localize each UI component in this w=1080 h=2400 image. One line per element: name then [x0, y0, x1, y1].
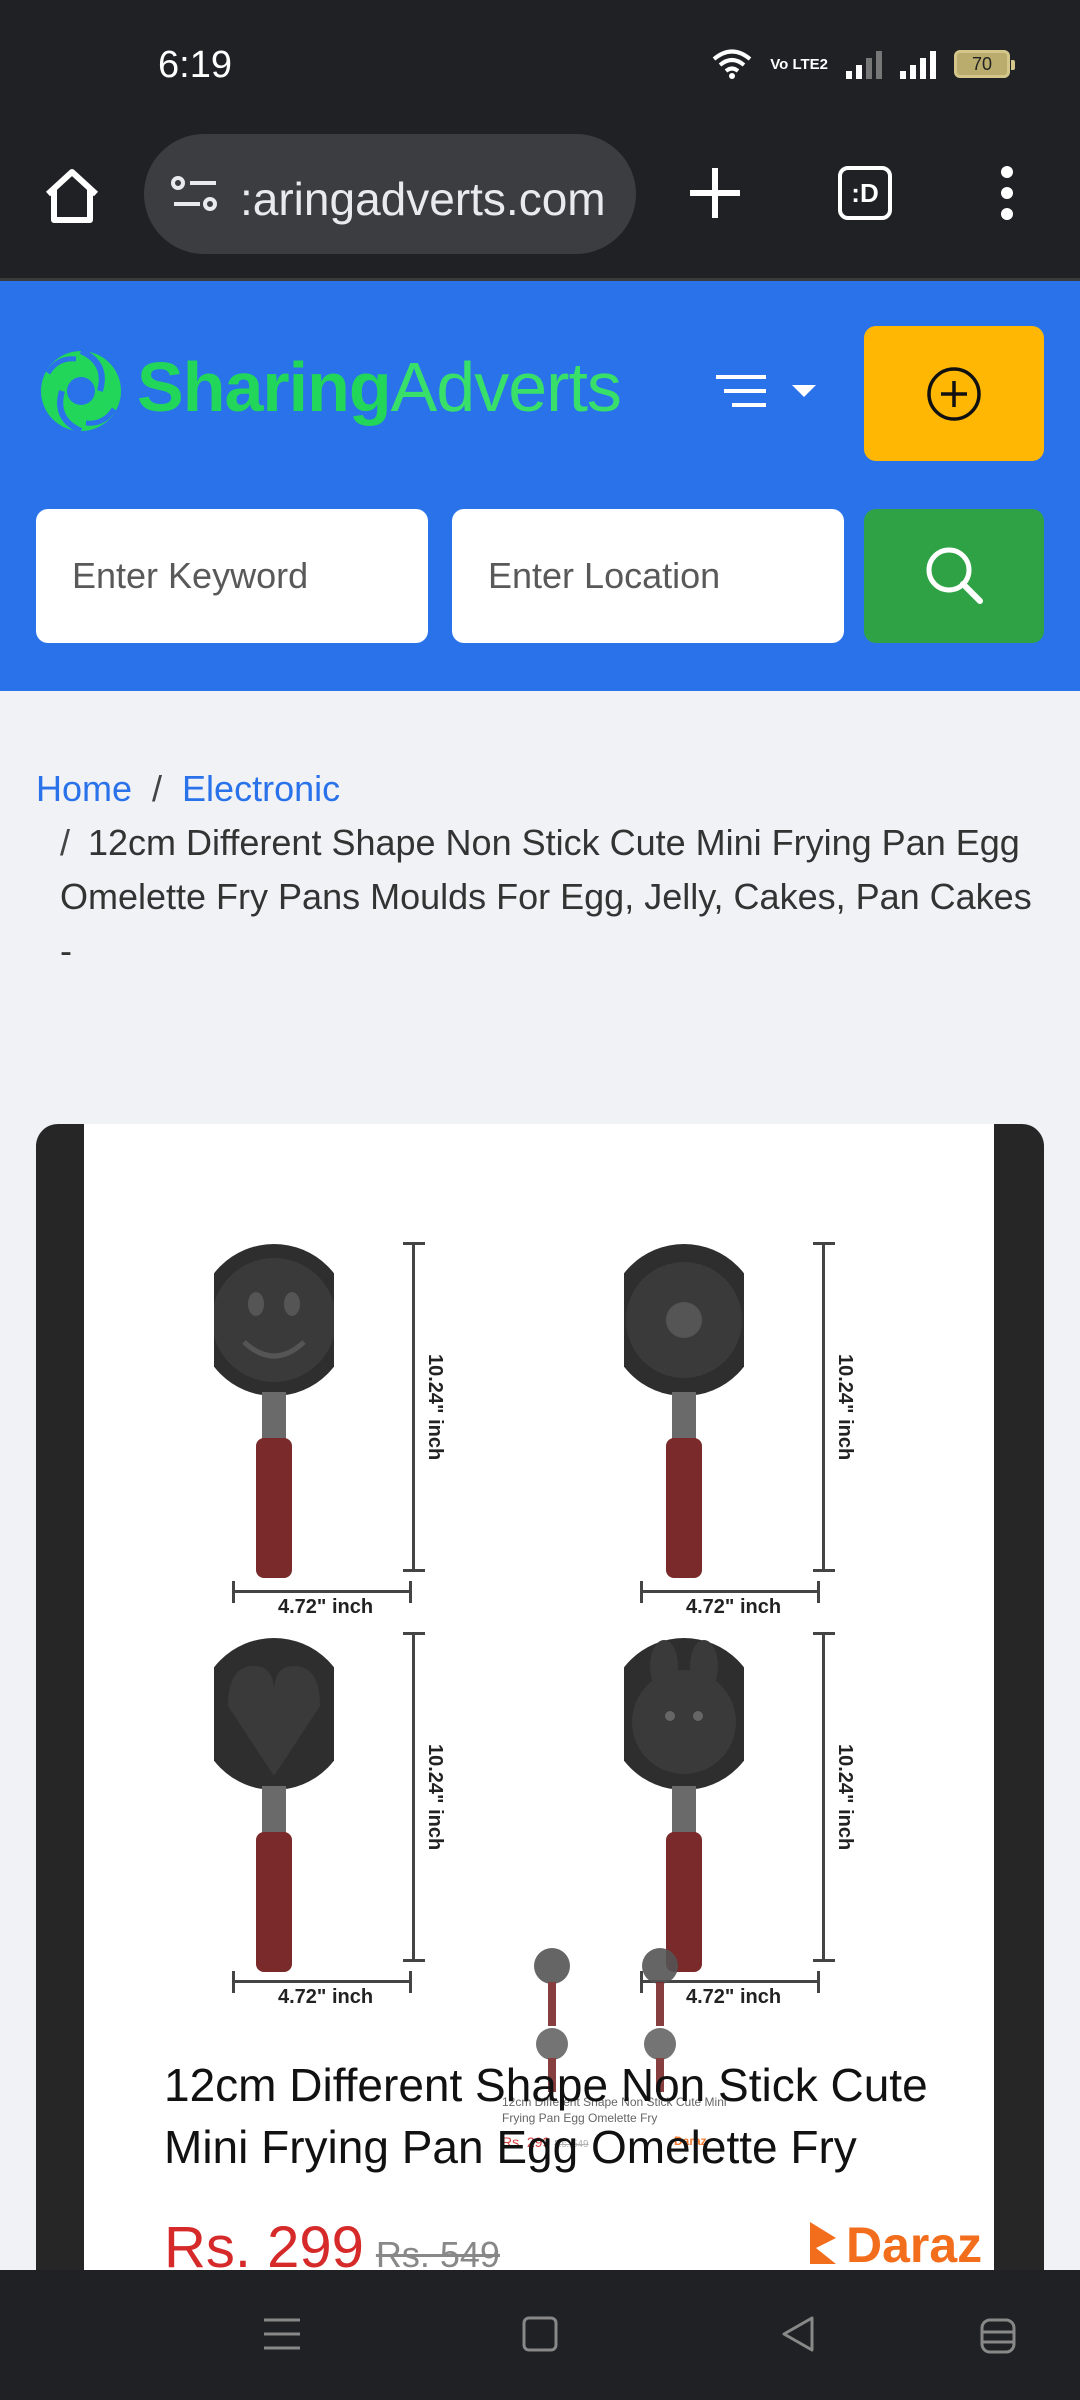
location-input[interactable]: [452, 509, 844, 643]
product-image-card[interactable]: 10.24" inch 10.24" inch 10.24" inch 10.2…: [36, 1124, 1044, 2274]
overflow-menu-icon[interactable]: [995, 166, 1019, 226]
search-button[interactable]: [864, 509, 1044, 643]
breadcrumb-category-link[interactable]: Electronic: [182, 768, 340, 809]
logo-mark-icon[interactable]: [38, 333, 124, 449]
home-icon[interactable]: [40, 164, 104, 228]
tab-switcher-icon[interactable]: :D: [838, 166, 892, 220]
height-label: 10.24" inch: [834, 1744, 856, 1851]
breadcrumb: Home / Electronic /12cm Different Shape No…: [36, 762, 1046, 978]
address-bar[interactable]: :aringadverts.com: [144, 134, 636, 254]
browser-toolbar: :aringadverts.com :D: [0, 130, 1080, 278]
height-dimension-line: [403, 1242, 425, 1572]
daraz-logo: Daraz: [806, 2216, 982, 2274]
width-label: 4.72" inch: [278, 1596, 374, 1618]
site-info-icon[interactable]: [170, 174, 220, 214]
height-dimension-line: [403, 1632, 425, 1962]
width-dimension-line: [232, 1581, 412, 1603]
signal-sim2-icon: [900, 49, 936, 79]
breadcrumb-separator: /: [152, 768, 163, 809]
menu-icon[interactable]: [714, 371, 824, 421]
site-header: SharingAdverts: [0, 281, 1080, 691]
new-tab-icon[interactable]: [686, 164, 744, 222]
home-button-icon[interactable]: [520, 2314, 560, 2354]
site-logo[interactable]: SharingAdverts: [137, 347, 622, 427]
status-bar: 6:19 Vo LTE2 70: [0, 0, 1080, 130]
assistant-icon[interactable]: [978, 2314, 1018, 2358]
url-text[interactable]: :aringadverts.com: [240, 172, 606, 226]
daraz-logo-text: Daraz: [846, 2217, 983, 2273]
breadcrumb-separator: /: [60, 822, 71, 863]
back-icon[interactable]: [778, 2314, 818, 2354]
breadcrumb-current-text: 12cm Different Shape Non Stick Cute Mini…: [60, 822, 1032, 971]
height-label: 10.24" inch: [834, 1354, 856, 1461]
width-label: 4.72" inch: [686, 1596, 782, 1618]
clock: 6:19: [158, 44, 232, 86]
battery-icon: 70: [954, 50, 1015, 78]
wifi-icon: [712, 49, 752, 79]
logo-text-part1: Sharing: [137, 348, 392, 426]
logo-text-part2: Adverts: [390, 348, 622, 426]
system-navigation-bar: [0, 2270, 1080, 2400]
post-ad-button[interactable]: [864, 326, 1044, 461]
volte-indicator: Vo LTE2: [770, 55, 828, 73]
breadcrumb-home-link[interactable]: Home: [36, 768, 132, 809]
recent-apps-icon[interactable]: [262, 2314, 302, 2354]
height-dimension-line: [813, 1632, 835, 1962]
daraz-logo-icon: [810, 2222, 836, 2264]
signal-sim1-icon: [846, 49, 882, 79]
add-circle-icon: [927, 367, 981, 421]
smiley-pan-image: [214, 1244, 334, 1578]
width-label: 4.72" inch: [278, 1986, 374, 2008]
flower-pan-image: [624, 1244, 744, 1578]
image-price: Rs. 299: [164, 2215, 364, 2274]
width-dimension-line: [640, 1581, 820, 1603]
image-old-price: Rs. 549: [375, 2234, 500, 2274]
product-image[interactable]: 10.24" inch 10.24" inch 10.24" inch 10.2…: [84, 1124, 994, 2274]
height-label: 10.24" inch: [424, 1354, 446, 1461]
image-price-row: Rs. 299 Rs. 549: [164, 2214, 500, 2274]
breadcrumb-current: /12cm Different Shape Non Stick Cute Min…: [36, 816, 1046, 978]
image-product-title: 12cm Different Shape Non Stick Cute Mini…: [164, 2059, 928, 2173]
height-label: 10.24" inch: [424, 1744, 446, 1851]
height-dimension-line: [813, 1242, 835, 1572]
heart-pan-image: [214, 1638, 334, 1972]
search-icon: [926, 547, 983, 604]
width-dimension-line: [232, 1971, 412, 1993]
keyword-input[interactable]: [36, 509, 428, 643]
